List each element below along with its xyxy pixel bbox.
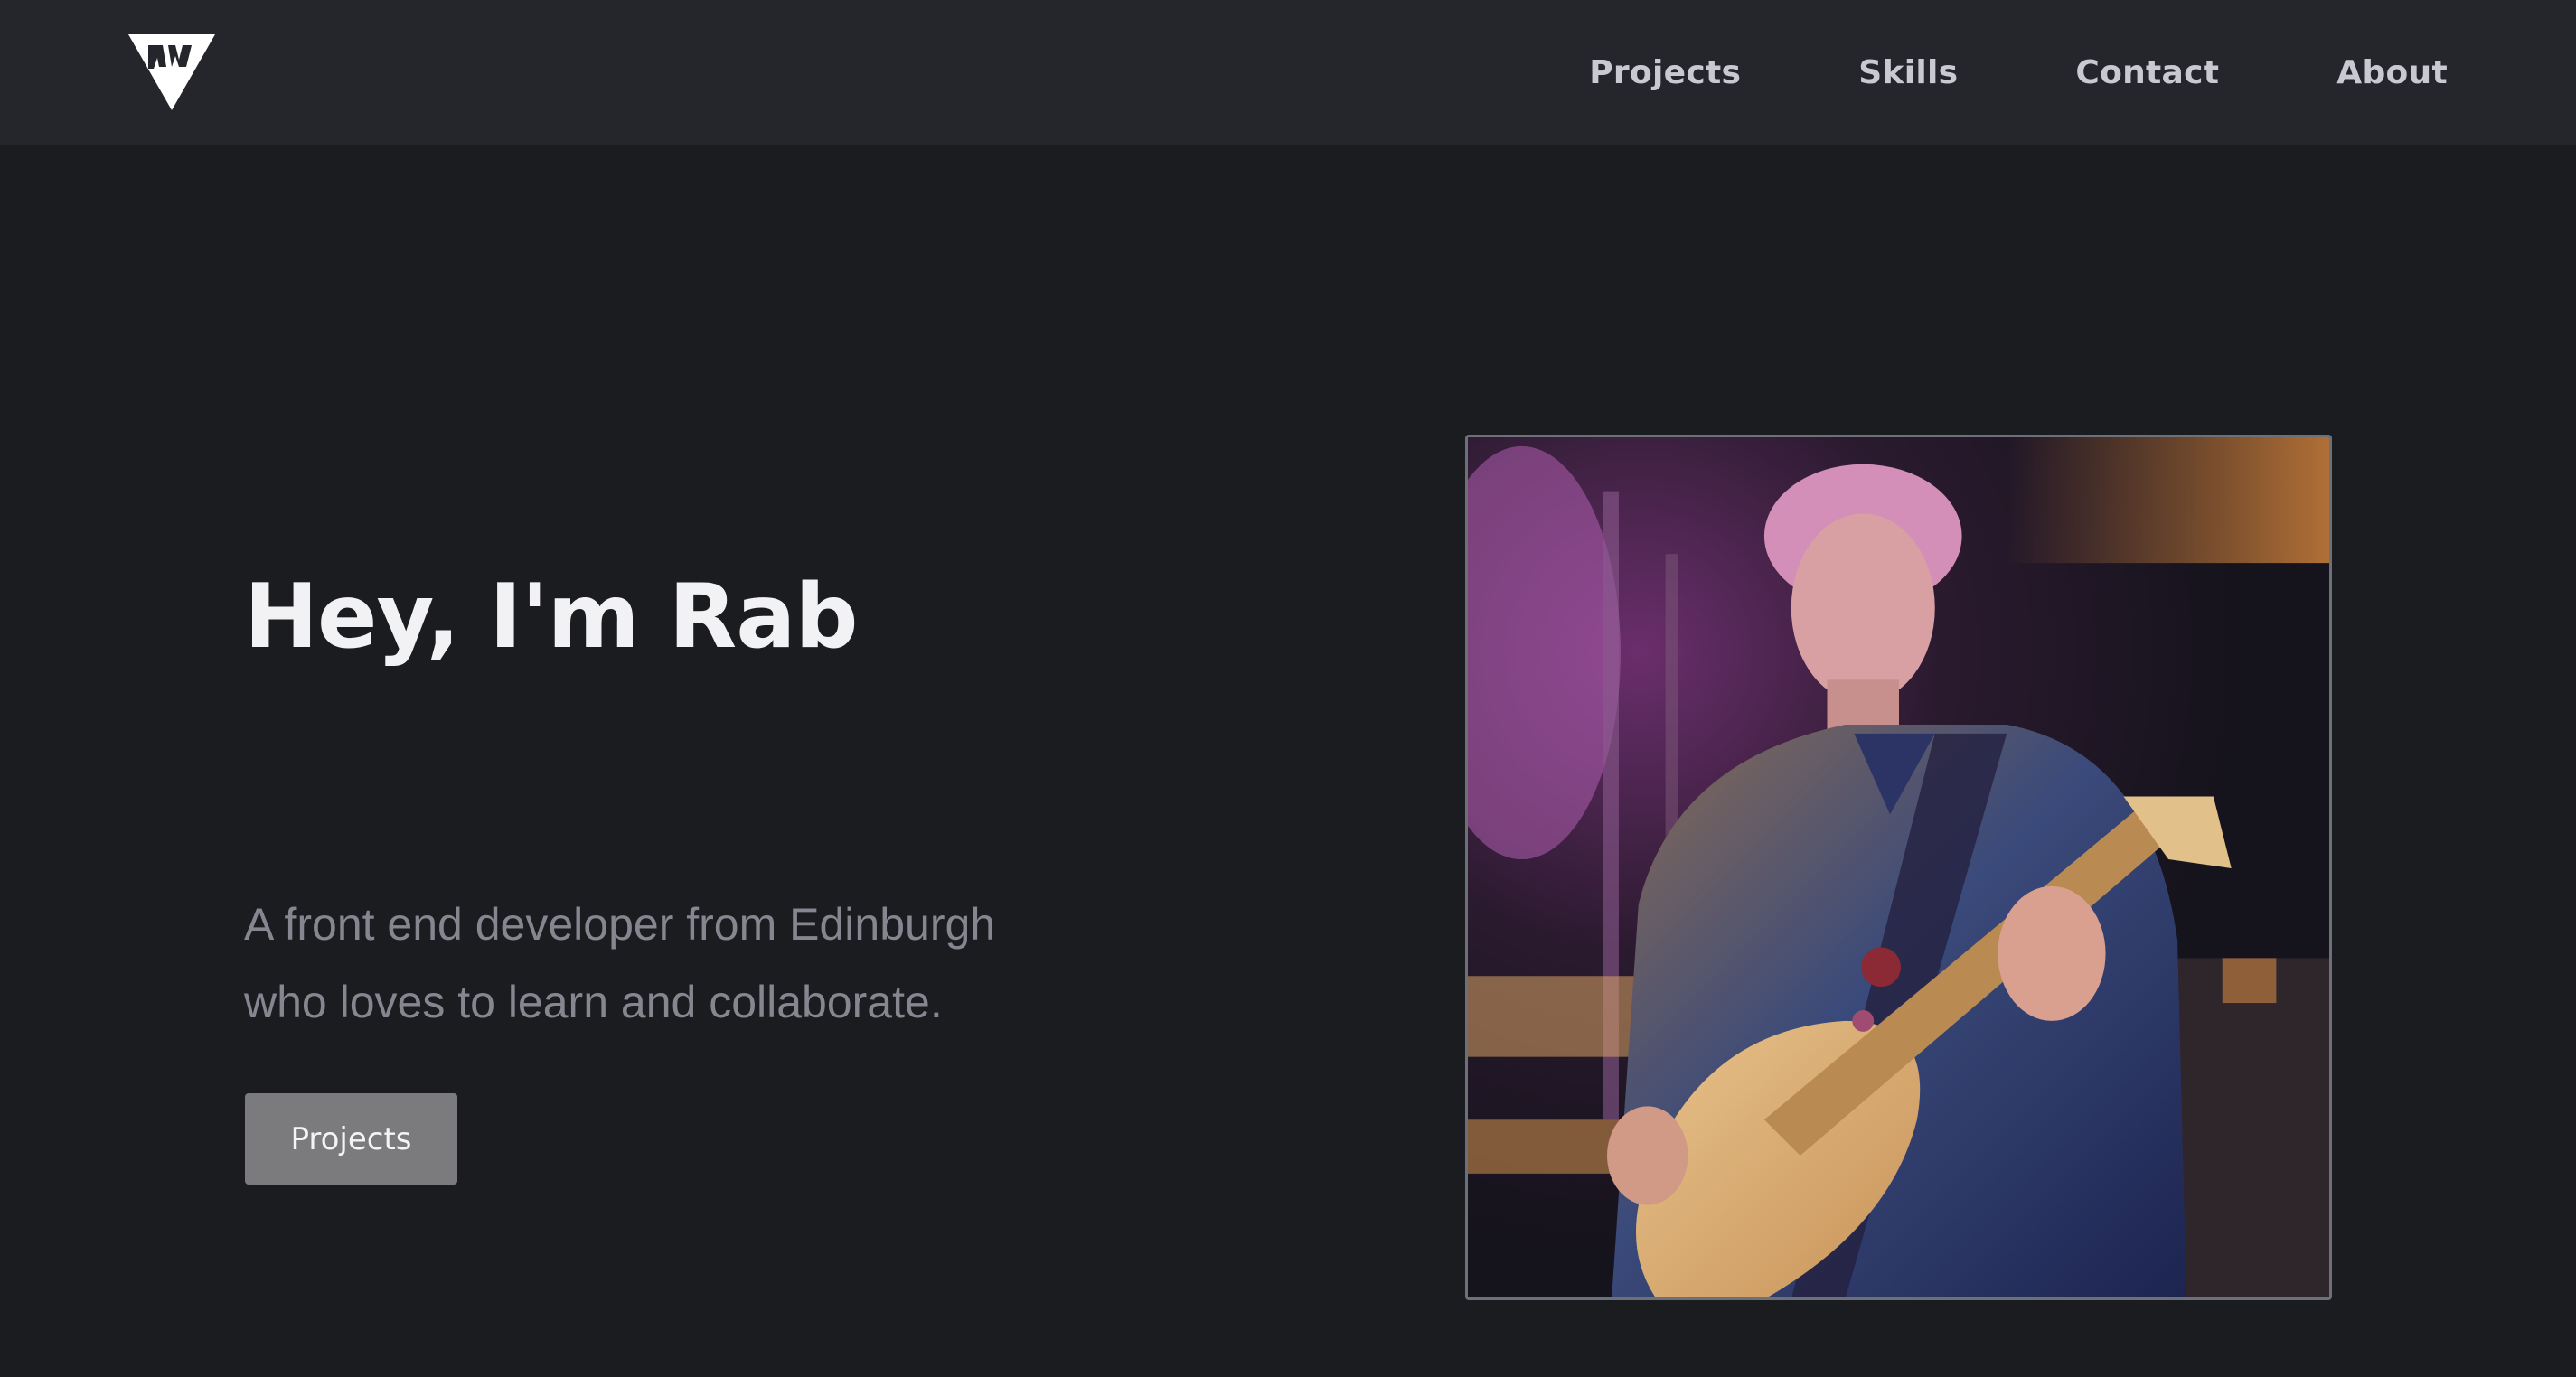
main-nav: Projects Skills Contact About <box>1471 0 2448 145</box>
nav-skills-link[interactable]: Skills <box>1858 54 1958 91</box>
nav-contact-link[interactable]: Contact <box>2075 54 2219 91</box>
logo-icon[interactable] <box>127 31 217 112</box>
hero-subtitle-line-1: A front end developer from Edinburgh <box>244 899 996 950</box>
hero-title: Hey, I'm Rab <box>244 566 859 669</box>
nav-about-link[interactable]: About <box>2336 54 2448 91</box>
projects-button[interactable]: Projects <box>245 1093 457 1185</box>
guitarist-photo-illustration <box>1468 437 2329 1297</box>
profile-photo <box>1465 435 2332 1300</box>
nav-projects-link[interactable]: Projects <box>1589 54 1741 91</box>
hero-subtitle-line-2: who loves to learn and collaborate. <box>244 977 943 1027</box>
top-navigation-bar: Projects Skills Contact About <box>0 0 2576 145</box>
hero-subtitle: A front end developer from Edinburgh who… <box>244 885 1058 1041</box>
